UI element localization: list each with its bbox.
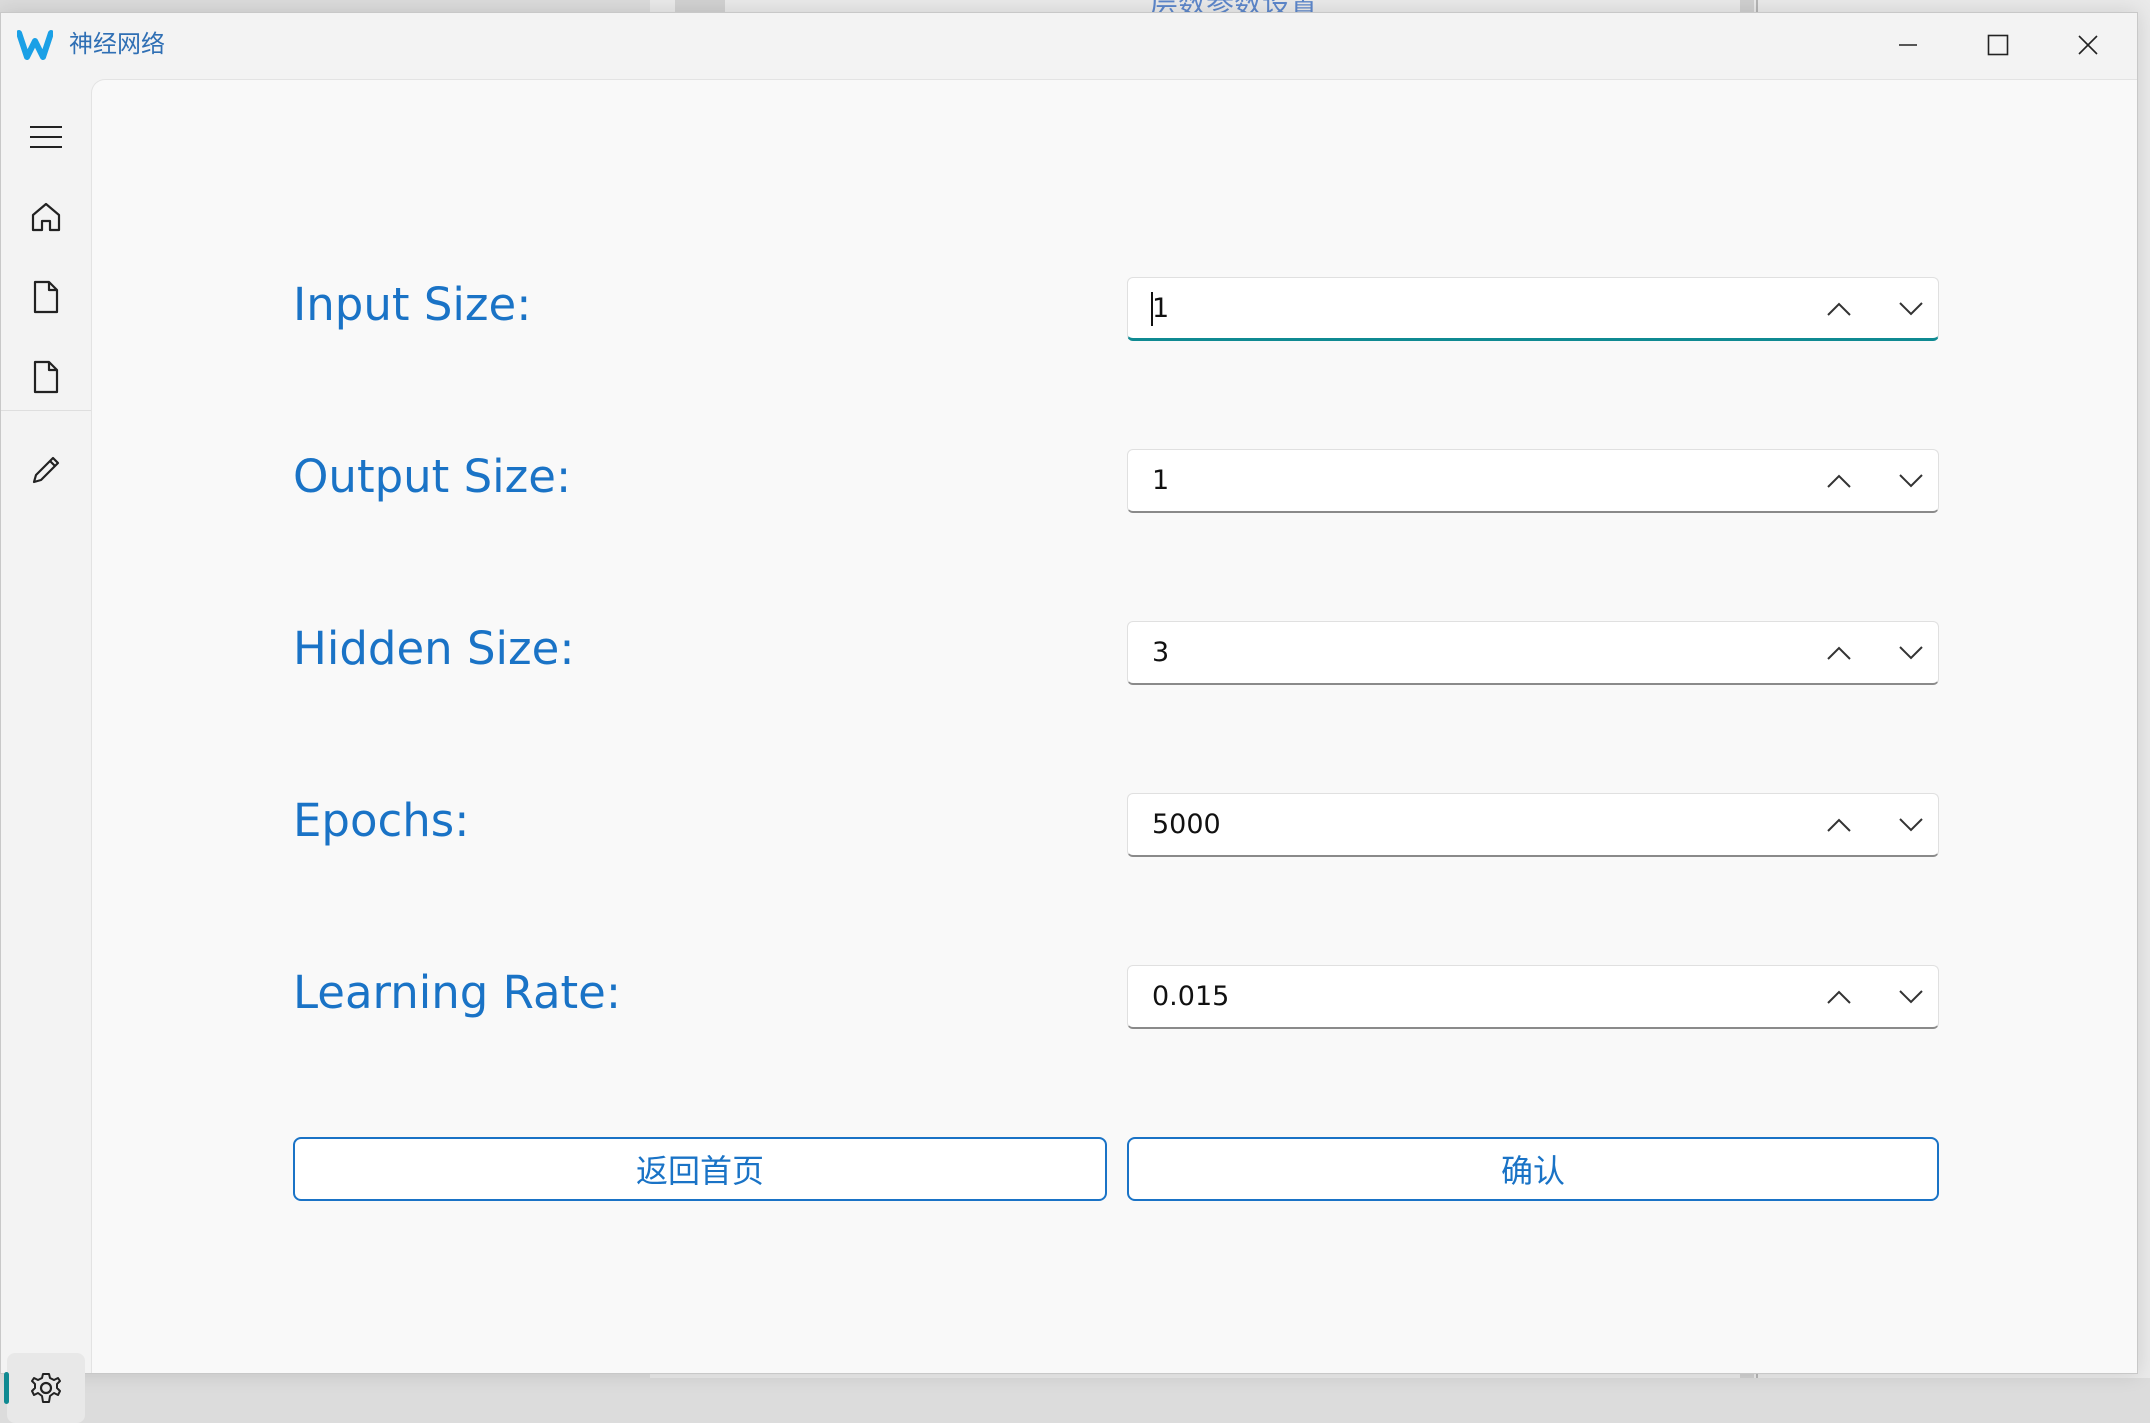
document-icon — [33, 280, 59, 314]
chevron-up-icon — [1827, 474, 1851, 488]
decrement-button[interactable] — [1893, 464, 1929, 498]
hidden-size-spinbox[interactable]: 3 — [1127, 621, 1939, 685]
sidebar-item-document-1[interactable] — [7, 262, 85, 332]
chevron-down-icon — [1899, 302, 1923, 316]
chevron-up-icon — [1827, 990, 1851, 1004]
sidebar-item-settings[interactable] — [7, 1353, 85, 1423]
increment-button[interactable] — [1821, 980, 1857, 1014]
sidebar-divider — [1, 410, 91, 411]
output-size-value: 1 — [1152, 465, 1170, 496]
chevron-down-icon — [1899, 818, 1923, 832]
title-bar[interactable]: 神经网络 — [1, 13, 2137, 77]
w-logo-icon — [17, 30, 53, 60]
chevron-down-icon — [1899, 474, 1923, 488]
active-indicator — [4, 1372, 9, 1404]
sidebar-item-edit[interactable] — [7, 435, 85, 505]
decrement-button[interactable] — [1893, 980, 1929, 1014]
increment-button[interactable] — [1821, 292, 1857, 326]
sidebar-item-home[interactable] — [7, 182, 85, 252]
epochs-value: 5000 — [1152, 809, 1221, 840]
input-size-spinbox[interactable]: 1 — [1127, 277, 1939, 341]
confirm-button[interactable]: 确认 — [1127, 1137, 1939, 1201]
home-icon — [31, 202, 61, 232]
close-icon — [2078, 35, 2098, 55]
output-size-label: Output Size: — [293, 450, 572, 503]
input-size-label: Input Size: — [293, 278, 532, 331]
settings-form-panel: Input Size: 1 Output Size: 1 Hidden Size… — [91, 79, 2137, 1373]
chevron-up-icon — [1827, 818, 1851, 832]
hamburger-menu-icon — [30, 126, 62, 148]
hidden-size-label: Hidden Size: — [293, 622, 575, 675]
app-window: 神经网络 Input Size: 1 Output Size: 1 Hidden… — [0, 12, 2138, 1423]
chevron-up-icon — [1827, 646, 1851, 660]
chevron-down-icon — [1899, 990, 1923, 1004]
minimize-icon — [1899, 44, 1917, 46]
learning-rate-label: Learning Rate: — [293, 966, 622, 1019]
close-button[interactable] — [2043, 13, 2133, 77]
chevron-down-icon — [1899, 646, 1923, 660]
decrement-button[interactable] — [1893, 292, 1929, 326]
navigation-sidebar — [1, 77, 91, 1423]
window-title: 神经网络 — [69, 30, 165, 58]
sidebar-item-document-2[interactable] — [7, 342, 85, 412]
decrement-button[interactable] — [1893, 636, 1929, 670]
sidebar-item-menu[interactable] — [7, 102, 85, 172]
minimize-button[interactable] — [1863, 13, 1953, 77]
input-size-value: 1 — [1152, 293, 1170, 324]
gear-icon — [31, 1373, 61, 1403]
back-to-home-button[interactable]: 返回首页 — [293, 1137, 1107, 1201]
learning-rate-value: 0.015 — [1152, 981, 1230, 1012]
increment-button[interactable] — [1821, 464, 1857, 498]
epochs-spinbox[interactable]: 5000 — [1127, 793, 1939, 857]
maximize-icon — [1987, 34, 2009, 56]
learning-rate-spinbox[interactable]: 0.015 — [1127, 965, 1939, 1029]
pencil-icon — [32, 456, 60, 484]
document-icon — [33, 360, 59, 394]
maximize-button[interactable] — [1953, 13, 2043, 77]
hidden-size-value: 3 — [1152, 637, 1170, 668]
increment-button[interactable] — [1821, 636, 1857, 670]
increment-button[interactable] — [1821, 808, 1857, 842]
decrement-button[interactable] — [1893, 808, 1929, 842]
output-size-spinbox[interactable]: 1 — [1127, 449, 1939, 513]
chevron-up-icon — [1827, 302, 1851, 316]
epochs-label: Epochs: — [293, 794, 470, 847]
